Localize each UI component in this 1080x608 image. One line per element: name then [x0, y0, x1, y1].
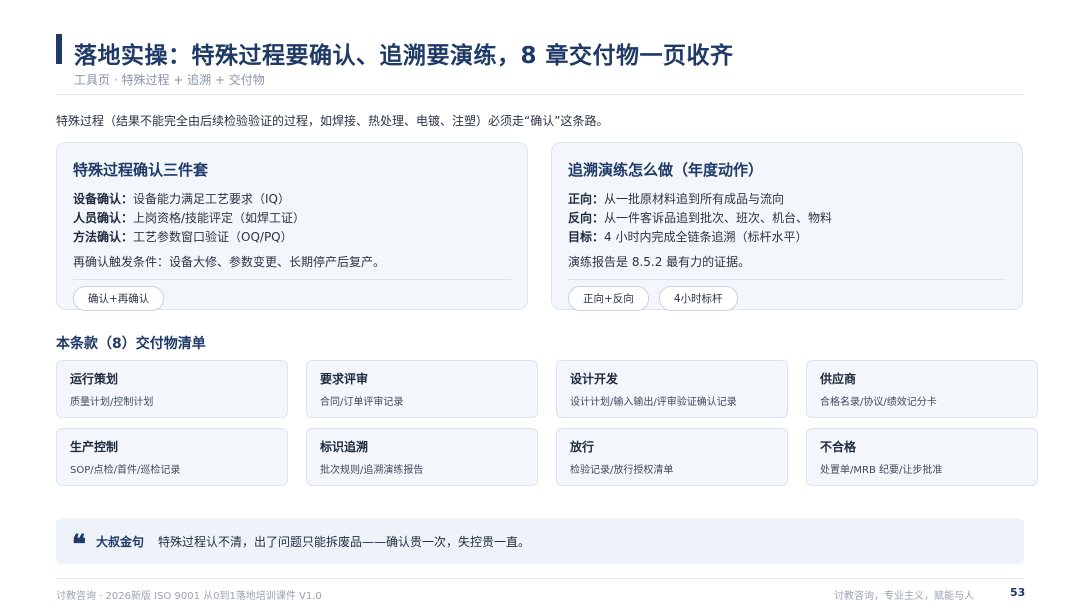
tile-title: 要求评审: [320, 372, 369, 386]
chip-confirm-reconfirm: 确认+再确认: [73, 286, 165, 311]
deliverable-tile-operation-planning: 运行策划 质量计划/控制计划: [56, 360, 288, 418]
tile-title: 标识追溯: [320, 440, 369, 454]
traceability-card-title: 追溯演练怎么做（年度动作）: [568, 161, 764, 179]
chip-forward-backward: 正向+反向: [568, 286, 649, 311]
title-accent-bar: [56, 34, 62, 64]
card-divider: [568, 279, 1006, 280]
traceability-drill-card: 追溯演练怎么做（年度动作） 正向：从一批原材料追到所有成品与流向 反向：从一件客…: [551, 142, 1023, 311]
page-title: 落地实操：特殊过程要确认、追溯要演练，8 章交付物一页收齐: [74, 43, 734, 69]
footer-divider: [56, 578, 1024, 579]
quote-label: 大叔金句: [96, 534, 145, 549]
deliverable-tile-identification-traceability: 标识追溯 批次规则/追溯演练报告: [306, 428, 538, 486]
header-divider: [56, 94, 1024, 95]
card-line: 人员确认：上岗资格/技能评定（如焊工证）: [73, 209, 511, 228]
card-line: 正向：从一批原材料追到所有成品与流向: [568, 190, 1006, 209]
deliverables-section-title: 本条款（8）交付物清单: [56, 336, 206, 352]
card-line-text: 从一批原材料追到所有成品与流向: [604, 192, 785, 206]
card-line: 方法确认：工艺参数窗口验证（OQ/PQ）: [73, 228, 511, 247]
tile-title: 放行: [570, 440, 595, 454]
deliverable-tile-release: 放行 检验记录/放行授权清单: [556, 428, 788, 486]
tile-desc: 检验记录/放行授权清单: [570, 465, 674, 476]
tile-desc: 合同/订单评审记录: [320, 397, 404, 408]
card-line-label: 人员确认：: [73, 211, 134, 225]
tile-title: 生产控制: [70, 440, 119, 454]
deliverable-tile-requirements-review: 要求评审 合同/订单评审记录: [306, 360, 538, 418]
tile-title: 不合格: [820, 440, 857, 454]
deliverable-tile-production-control: 生产控制 SOP/点检/首件/巡检记录: [56, 428, 288, 486]
card-note: 演练报告是 8.5.2 最有力的证据。: [568, 255, 751, 269]
card-line-label: 目标：: [568, 230, 605, 244]
card-line-label: 方法确认：: [73, 230, 134, 244]
quote-box: ❝ 大叔金句 特殊过程认不清，出了问题只能拆废品——确认贵一次，失控贵一直。: [56, 518, 1024, 564]
card-line-label: 正向：: [568, 192, 605, 206]
chip-group: 确认+再确认: [73, 286, 511, 311]
card-line-label: 反向：: [568, 211, 605, 225]
tile-desc: 设计计划/输入输出/评审验证确认记录: [570, 397, 737, 408]
tile-desc: 质量计划/控制计划: [70, 397, 154, 408]
tile-desc: 批次规则/追溯演练报告: [320, 465, 424, 476]
card-note: 再确认触发条件：设备大修、参数变更、长期停产后复产。: [73, 255, 386, 269]
card-line-text: 4 小时内完成全链条追溯（标杆水平）: [604, 230, 808, 244]
card-line: 目标：4 小时内完成全链条追溯（标杆水平）: [568, 228, 1006, 247]
card-divider: [73, 279, 511, 280]
chip-4h-benchmark: 4小时标杆: [658, 286, 738, 311]
special-process-card-title: 特殊过程确认三件套: [73, 161, 209, 179]
tile-title: 供应商: [820, 372, 857, 386]
page-subtitle: 工具页 · 特殊过程 + 追溯 + 交付物: [74, 73, 265, 87]
card-line-label: 设备确认：: [73, 192, 134, 206]
card-line: 设备确认：设备能力满足工艺要求（IQ）: [73, 190, 511, 209]
deliverable-tile-design-development: 设计开发 设计计划/输入输出/评审验证确认记录: [556, 360, 788, 418]
page-number: 53: [1010, 586, 1026, 599]
card-line-text: 设备能力满足工艺要求（IQ）: [133, 192, 291, 206]
tile-desc: SOP/点检/首件/巡检记录: [70, 465, 181, 476]
tile-title: 运行策划: [70, 372, 119, 386]
quote-text: 特殊过程认不清，出了问题只能拆废品——确认贵一次，失控贵一直。: [158, 534, 531, 549]
special-process-card: 特殊过程确认三件套 设备确认：设备能力满足工艺要求（IQ） 人员确认：上岗资格/…: [56, 142, 528, 311]
quote-mark-icon: ❝: [72, 530, 86, 560]
card-line: 反向：从一件客诉品追到批次、班次、机台、物料: [568, 209, 1006, 228]
card-line-text: 工艺参数窗口验证（OQ/PQ）: [133, 230, 293, 244]
footer-course-info: 讨教咨询 · 2026新版 ISO 9001 从0到1落地培训课件 V1.0: [56, 591, 322, 602]
deliverable-tile-supplier: 供应商 合格名录/协议/绩效记分卡: [806, 360, 1038, 418]
deliverable-tile-nonconformity: 不合格 处置单/MRB 纪要/让步批准: [806, 428, 1038, 486]
card-line-text: 从一件客诉品追到批次、班次、机台、物料: [604, 211, 833, 225]
chip-group: 正向+反向 4小时标杆: [568, 286, 1006, 311]
intro-text: 特殊过程（结果不能完全由后续检验验证的过程，如焊接、热处理、电镀、注塑）必须走“…: [56, 114, 609, 128]
footer-slogan: 讨教咨询，专业主义，赋能与人: [834, 591, 974, 602]
tile-title: 设计开发: [570, 372, 619, 386]
card-line-text: 上岗资格/技能评定（如焊工证）: [133, 211, 306, 225]
tile-desc: 合格名录/协议/绩效记分卡: [820, 397, 937, 408]
tile-desc: 处置单/MRB 纪要/让步批准: [820, 465, 943, 476]
